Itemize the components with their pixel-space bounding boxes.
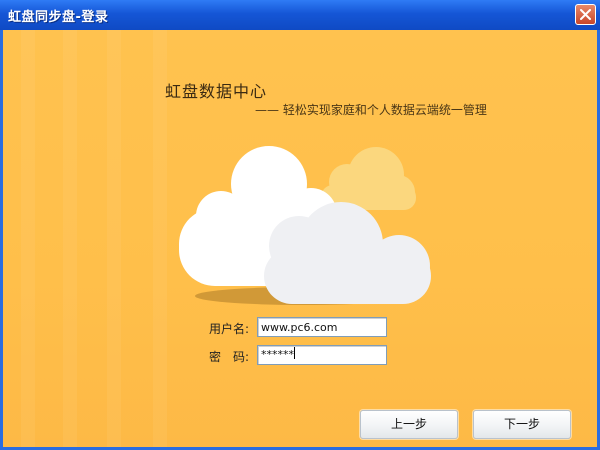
- next-button[interactable]: 下一步: [473, 410, 571, 439]
- text-cursor: [294, 347, 295, 359]
- password-mask: ******: [261, 348, 294, 361]
- username-label: 用户名:: [209, 322, 250, 336]
- background-stripe: [107, 30, 121, 447]
- cloud-illustration: [179, 146, 431, 305]
- back-cloud: [321, 147, 416, 210]
- background-stripe: [63, 30, 77, 447]
- password-input[interactable]: ******: [257, 345, 387, 365]
- background-stripe: [21, 30, 35, 447]
- login-window: 虹盘同步盘-登录 虹盘数据中心 —— 轻松实现家庭和个人数据云端统一管理 用户名…: [0, 0, 600, 450]
- previous-button[interactable]: 上一步: [360, 410, 458, 439]
- window-title: 虹盘同步盘-登录: [8, 10, 109, 25]
- app-slogan: —— 轻松实现家庭和个人数据云端统一管理: [255, 103, 487, 117]
- app-headline: 虹盘数据中心: [165, 82, 268, 101]
- title-bar[interactable]: 虹盘同步盘-登录: [0, 0, 600, 30]
- login-panel: 虹盘数据中心 —— 轻松实现家庭和个人数据云端统一管理 用户名: www.pc6…: [3, 30, 597, 447]
- close-button[interactable]: [575, 4, 596, 25]
- close-icon: [580, 9, 591, 20]
- username-input[interactable]: [257, 317, 387, 337]
- password-label: 密 码:: [209, 350, 250, 364]
